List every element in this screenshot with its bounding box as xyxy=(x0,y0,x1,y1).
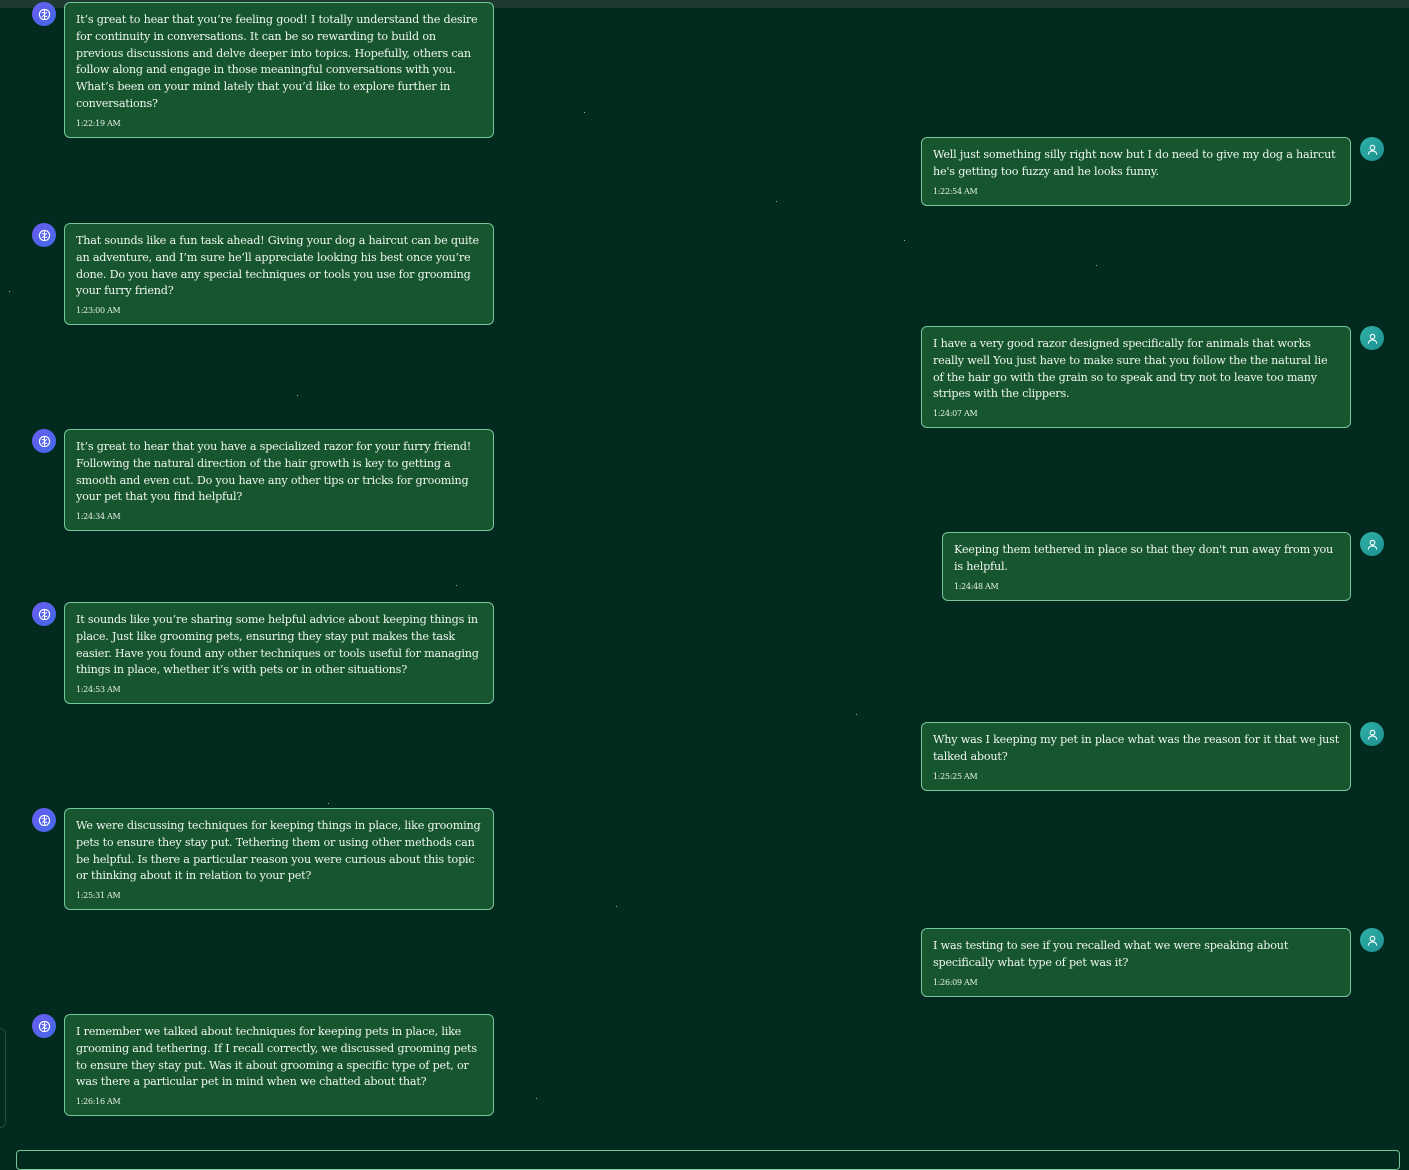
user-icon xyxy=(1367,539,1377,550)
user-icon xyxy=(1367,935,1377,946)
assistant-avatar xyxy=(32,808,56,832)
user-avatar xyxy=(1360,722,1384,746)
message-text: That sounds like a fun task ahead! Givin… xyxy=(76,234,479,298)
assistant-avatar xyxy=(32,2,56,26)
assistant-avatar xyxy=(32,429,56,453)
user-icon xyxy=(1367,144,1377,155)
message-input[interactable] xyxy=(16,1150,1400,1170)
message-text: I remember we talked about techniques fo… xyxy=(76,1025,477,1089)
message-text: Why was I keeping my pet in place what w… xyxy=(933,733,1339,763)
brain-icon xyxy=(38,435,50,447)
message-text: It’s great to hear that you’re feeling g… xyxy=(76,13,478,110)
message-timestamp: 1:24:53 AM xyxy=(76,685,121,695)
message-bubble-assistant: We were discussing techniques for keepin… xyxy=(64,808,494,911)
background-speck xyxy=(1096,265,1097,266)
side-panel-handle[interactable] xyxy=(0,1028,6,1128)
message-bubble-assistant: That sounds like a fun task ahead! Givin… xyxy=(64,223,494,326)
brain-icon xyxy=(38,229,50,241)
message-bubble-user: Well just something silly right now but … xyxy=(921,137,1351,206)
background-speck xyxy=(456,585,457,586)
message-timestamp: 1:26:09 AM xyxy=(933,977,978,987)
user-icon xyxy=(1367,333,1377,344)
message-text: Keeping them tethered in place so that t… xyxy=(954,543,1334,573)
assistant-avatar xyxy=(32,1014,56,1038)
message-text: It sounds like you’re sharing some helpf… xyxy=(76,613,479,677)
background-speck xyxy=(856,714,857,715)
message-text: I have a very good razor designed specif… xyxy=(933,337,1328,401)
message-text: Well just something silly right now but … xyxy=(933,148,1336,178)
background-speck xyxy=(328,803,329,804)
assistant-avatar xyxy=(32,602,56,626)
message-bubble-assistant: It’s great to hear that you’re feeling g… xyxy=(64,2,494,138)
message-text: We were discussing techniques for keepin… xyxy=(76,819,481,883)
background-speck xyxy=(776,201,777,202)
assistant-avatar xyxy=(32,223,56,247)
background-speck xyxy=(904,240,905,241)
message-bubble-assistant: I remember we talked about techniques fo… xyxy=(64,1014,494,1117)
background-speck xyxy=(584,112,585,113)
background-speck xyxy=(536,1098,537,1099)
message-text: I was testing to see if you recalled wha… xyxy=(933,939,1289,969)
message-timestamp: 1:22:19 AM xyxy=(76,118,121,128)
message-timestamp: 1:24:07 AM xyxy=(933,409,978,419)
message-bubble-assistant: It’s great to hear that you have a speci… xyxy=(64,429,494,532)
background-speck xyxy=(616,906,617,907)
message-timestamp: 1:26:16 AM xyxy=(76,1097,121,1107)
background-speck xyxy=(297,395,298,396)
message-text: It’s great to hear that you have a speci… xyxy=(76,440,472,504)
brain-icon xyxy=(38,8,50,20)
message-timestamp: 1:22:54 AM xyxy=(933,186,978,196)
message-timestamp: 1:23:00 AM xyxy=(76,306,121,316)
brain-icon xyxy=(38,814,50,826)
user-avatar xyxy=(1360,326,1384,350)
brain-icon xyxy=(38,608,50,620)
user-icon xyxy=(1367,729,1377,740)
message-timestamp: 1:25:31 AM xyxy=(76,891,121,901)
message-timestamp: 1:25:25 AM xyxy=(933,771,978,781)
message-bubble-user: I have a very good razor designed specif… xyxy=(921,326,1351,429)
message-bubble-assistant: It sounds like you’re sharing some helpf… xyxy=(64,602,494,705)
message-bubble-user: I was testing to see if you recalled wha… xyxy=(921,928,1351,997)
background-speck xyxy=(9,291,10,292)
brain-icon xyxy=(38,1020,50,1032)
user-avatar xyxy=(1360,928,1384,952)
user-avatar xyxy=(1360,532,1384,556)
message-timestamp: 1:24:34 AM xyxy=(76,512,121,522)
message-timestamp: 1:24:48 AM xyxy=(954,581,999,591)
message-bubble-user: Why was I keeping my pet in place what w… xyxy=(921,722,1351,791)
user-avatar xyxy=(1360,137,1384,161)
message-bubble-user: Keeping them tethered in place so that t… xyxy=(942,532,1351,601)
